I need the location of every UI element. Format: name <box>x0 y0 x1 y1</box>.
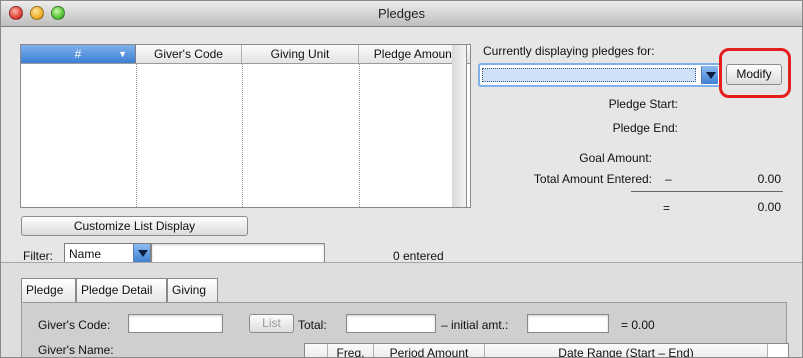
net-amount-display: = 0.00 <box>621 318 655 332</box>
total-label: Total: <box>298 318 327 332</box>
total-amount-value: 0.00 <box>757 172 781 186</box>
pledge-table-scrollbar[interactable] <box>452 44 467 208</box>
result-value: 0.00 <box>757 200 781 214</box>
sort-arrow-icon: ▼ <box>118 49 127 59</box>
pledge-table-header: # ▼ Giver's Code Giving Unit Pledge Amou… <box>21 45 470 64</box>
givers-name-label: Giver's Name: <box>38 343 114 357</box>
equals-sign: = <box>663 201 671 215</box>
column-number-header[interactable]: # ▼ <box>21 45 136 63</box>
customize-list-display-button[interactable]: Customize List Display <box>21 216 248 236</box>
pledge-end-label: Pledge End: <box>612 121 678 135</box>
schedule-column-period-amount[interactable]: Period Amount <box>374 344 485 357</box>
filter-label: Filter: <box>23 249 53 263</box>
column-divider <box>242 64 243 207</box>
pledge-period-select[interactable] <box>478 63 721 87</box>
column-divider <box>136 64 137 207</box>
currently-displaying-label: Currently displaying pledges for: <box>483 44 655 58</box>
title-bar: Pledges <box>1 1 802 27</box>
schedule-column-date-range[interactable]: Date Range (Start – End) <box>485 344 768 357</box>
pledge-table[interactable]: # ▼ Giver's Code Giving Unit Pledge Amou… <box>20 44 471 208</box>
filter-selected-value: Name <box>69 247 102 261</box>
givers-code-input[interactable] <box>128 314 223 333</box>
entered-count: 0 entered <box>393 249 444 263</box>
chevron-down-icon[interactable] <box>133 244 150 262</box>
highlight-annotation <box>719 48 791 98</box>
goal-amount-label: Goal Amount: <box>579 151 652 165</box>
pledge-list-section: # ▼ Giver's Code Giving Unit Pledge Amou… <box>1 28 802 263</box>
minus-sign: – <box>665 172 672 186</box>
filter-input[interactable] <box>151 243 325 263</box>
pledge-tab-panel: Giver's Code: List Total: – initial amt.… <box>21 302 789 357</box>
pledge-period-selected-value <box>482 68 696 82</box>
list-button[interactable]: List <box>249 314 294 333</box>
total-amount-entered-label: Total Amount Entered: <box>533 172 652 186</box>
pledge-detail-section: Pledge Pledge Detail Giving Giver's Code… <box>1 262 802 357</box>
column-divider <box>359 64 360 207</box>
column-number-label: # <box>74 47 82 61</box>
window-title: Pledges <box>378 6 425 21</box>
pledges-window: Pledges # ▼ Giver's Code Giving Unit Ple… <box>0 0 803 358</box>
column-givers-code-header[interactable]: Giver's Code <box>136 45 242 63</box>
sum-divider <box>631 191 783 192</box>
initial-amount-input[interactable] <box>527 314 609 333</box>
filter-field-select[interactable]: Name <box>64 243 151 263</box>
schedule-column-frequency[interactable]: Freq. <box>328 344 374 357</box>
tab-giving[interactable]: Giving <box>167 278 218 302</box>
givers-code-label: Giver's Code: <box>38 318 111 332</box>
total-input[interactable] <box>346 314 436 333</box>
chevron-down-icon[interactable] <box>701 66 718 84</box>
initial-amount-label: – initial amt.: <box>441 318 509 332</box>
tab-pledge-detail[interactable]: Pledge Detail <box>76 278 167 302</box>
tab-pledge[interactable]: Pledge <box>21 278 76 302</box>
column-giving-unit-header[interactable]: Giving Unit <box>242 45 359 63</box>
schedule-column-header <box>305 344 328 357</box>
pledge-start-label: Pledge Start: <box>608 97 678 111</box>
pledge-schedule-table[interactable]: Freq. Period Amount Date Range (Start – … <box>304 343 789 357</box>
